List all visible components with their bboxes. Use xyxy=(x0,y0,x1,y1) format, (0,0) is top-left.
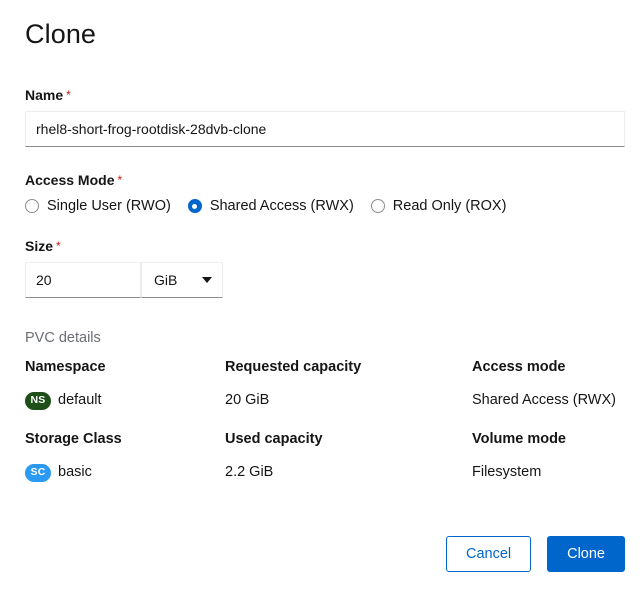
detail-value-storage-class: SC basic xyxy=(25,463,122,482)
name-required-asterisk: * xyxy=(66,88,71,102)
detail-requested-capacity: Requested capacity 20 GiB xyxy=(225,358,361,410)
detail-value-requested-capacity: 20 GiB xyxy=(225,391,361,410)
page-title: Clone xyxy=(25,17,96,51)
name-label-text: Name xyxy=(25,87,63,103)
detail-head-used-capacity: Used capacity xyxy=(225,430,323,448)
radio-circle-selected-icon[interactable] xyxy=(188,199,202,213)
clone-pvc-modal: Clone Name* Access Mode* Single User (RW… xyxy=(0,0,644,590)
clone-form: Name* Access Mode* Single User (RWO) Sha… xyxy=(0,86,644,298)
namespace-value-text: default xyxy=(58,391,102,410)
detail-volume-mode: Volume mode Filesystem xyxy=(472,430,566,482)
cancel-button[interactable]: Cancel xyxy=(446,536,531,572)
chevron-down-icon xyxy=(202,277,212,283)
detail-used-capacity: Used capacity 2.2 GiB xyxy=(225,430,323,482)
radio-circle-icon[interactable] xyxy=(25,199,39,213)
detail-head-namespace: Namespace xyxy=(25,358,106,376)
size-label-text: Size xyxy=(25,238,53,254)
name-input[interactable] xyxy=(25,111,625,147)
pvc-details-row: Namespace NS default Requested capacity … xyxy=(0,358,644,430)
access-mode-required-asterisk: * xyxy=(117,173,122,187)
pvc-details-grid: Namespace NS default Requested capacity … xyxy=(0,358,644,502)
access-mode-field-label: Access Mode* xyxy=(0,171,644,189)
modal-footer: Cancel Clone xyxy=(0,536,644,572)
radio-label-single-user: Single User (RWO) xyxy=(47,197,171,215)
detail-head-access-mode: Access mode xyxy=(472,358,616,376)
size-unit-value: GiB xyxy=(154,272,177,288)
detail-value-used-capacity: 2.2 GiB xyxy=(225,463,323,482)
detail-head-requested-capacity: Requested capacity xyxy=(225,358,361,376)
size-unit-dropdown[interactable]: GiB xyxy=(141,262,223,298)
detail-value-volume-mode: Filesystem xyxy=(472,463,566,482)
detail-value-namespace: NS default xyxy=(25,391,106,410)
radio-shared-access-rwx[interactable]: Shared Access (RWX) xyxy=(188,197,354,215)
size-required-asterisk: * xyxy=(56,239,61,253)
access-mode-radio-group: Single User (RWO) Shared Access (RWX) Re… xyxy=(0,196,644,216)
radio-label-shared-access: Shared Access (RWX) xyxy=(210,197,354,215)
clone-button[interactable]: Clone xyxy=(547,536,625,572)
radio-single-user-rwo[interactable]: Single User (RWO) xyxy=(25,197,171,215)
detail-head-storage-class: Storage Class xyxy=(25,430,122,448)
namespace-badge-icon: NS xyxy=(25,392,51,410)
size-input-group: GiB xyxy=(25,262,223,298)
radio-circle-icon[interactable] xyxy=(371,199,385,213)
name-field-label: Name* xyxy=(0,86,644,104)
detail-value-access-mode: Shared Access (RWX) xyxy=(472,391,616,410)
access-mode-label-text: Access Mode xyxy=(25,172,114,188)
size-input[interactable] xyxy=(25,262,141,298)
detail-namespace: Namespace NS default xyxy=(25,358,106,410)
detail-head-volume-mode: Volume mode xyxy=(472,430,566,448)
detail-access-mode: Access mode Shared Access (RWX) xyxy=(472,358,616,410)
radio-label-read-only: Read Only (ROX) xyxy=(393,197,507,215)
radio-read-only-rox[interactable]: Read Only (ROX) xyxy=(371,197,507,215)
pvc-details-heading: PVC details xyxy=(25,329,101,347)
size-field-label: Size* xyxy=(0,237,644,255)
detail-storage-class: Storage Class SC basic xyxy=(25,430,122,482)
pvc-details-row: Storage Class SC basic Used capacity 2.2… xyxy=(0,430,644,502)
storage-class-badge-icon: SC xyxy=(25,464,51,482)
storage-class-value-text: basic xyxy=(58,463,92,482)
